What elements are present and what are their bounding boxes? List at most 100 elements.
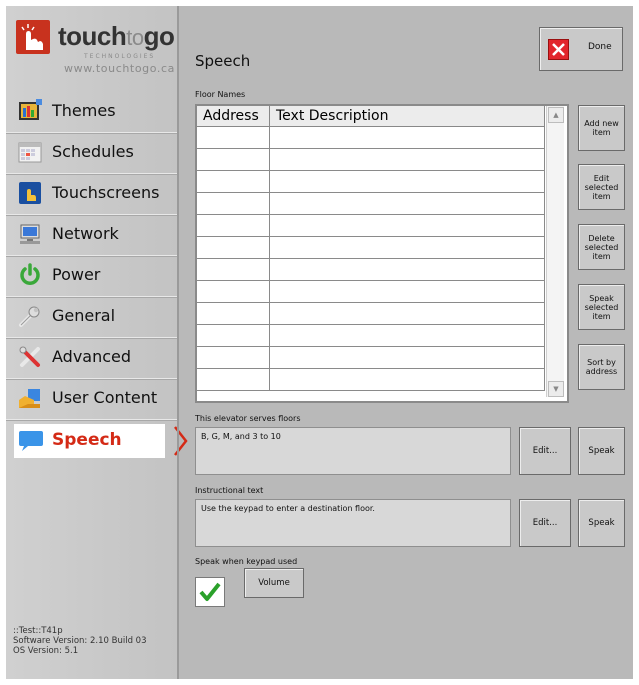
table-row[interactable]	[197, 148, 545, 171]
description-cell[interactable]	[269, 258, 545, 281]
column-header-address[interactable]: Address	[197, 106, 270, 127]
sidebar-item-advanced[interactable]: Advanced	[6, 338, 177, 379]
sort-by-address-button[interactable]: Sort by address	[578, 344, 625, 390]
user-content-icon	[18, 386, 42, 410]
logo-brand-to: to	[126, 25, 144, 50]
description-cell[interactable]	[269, 236, 545, 259]
touchscreens-icon	[18, 181, 42, 205]
floors-served-field[interactable]: B, G, M, and 3 to 10	[195, 427, 511, 475]
description-cell[interactable]	[269, 148, 545, 171]
description-cell[interactable]	[269, 192, 545, 215]
instructional-text-field[interactable]: Use the keypad to enter a destination fl…	[195, 499, 511, 547]
description-cell[interactable]	[269, 346, 545, 369]
delete-item-button[interactable]: Delete selected item	[578, 224, 625, 270]
description-cell[interactable]	[269, 214, 545, 237]
logo-brand: touch	[58, 21, 127, 51]
floors-served-label: This elevator serves floors	[195, 414, 301, 423]
floor-names-table: Address Text Description	[197, 106, 545, 391]
page-title: Speech	[195, 52, 251, 70]
description-cell[interactable]	[269, 170, 545, 193]
edit-floors-button[interactable]: Edit...	[519, 427, 571, 475]
add-item-button[interactable]: Add new item	[578, 105, 625, 151]
schedules-icon	[18, 140, 42, 164]
sidebar-item-label: Schedules	[52, 142, 134, 161]
sidebar-item-label: Touchscreens	[52, 183, 160, 202]
description-cell[interactable]	[269, 302, 545, 325]
logo: touchtogo TECHNOLOGIES www.touchtogo.ca	[16, 20, 175, 80]
speak-instructional-button[interactable]: Speak	[578, 499, 625, 547]
table-row[interactable]	[197, 346, 545, 369]
keypad-speak-label: Speak when keypad used	[195, 557, 298, 566]
table-row[interactable]	[197, 258, 545, 281]
address-cell[interactable]	[197, 258, 270, 281]
table-row[interactable]	[197, 368, 545, 391]
address-cell[interactable]	[197, 192, 270, 215]
sidebar-item-power[interactable]: Power	[6, 256, 177, 297]
scroll-up-icon[interactable]: ▲	[548, 107, 564, 123]
sidebar-item-speech[interactable]: Speech	[14, 424, 188, 458]
address-cell[interactable]	[197, 280, 270, 303]
address-cell[interactable]	[197, 170, 270, 193]
edit-instructional-button[interactable]: Edit...	[519, 499, 571, 547]
sidebar-item-label: User Content	[52, 388, 158, 407]
logo-brand-go: go	[143, 21, 175, 51]
address-cell[interactable]	[197, 368, 270, 391]
address-cell[interactable]	[197, 302, 270, 325]
description-cell[interactable]	[269, 368, 545, 391]
sidebar-item-label: Themes	[52, 101, 116, 120]
volume-button[interactable]: Volume	[244, 568, 304, 598]
table-row[interactable]	[197, 192, 545, 215]
sidebar-nav: Themes Schedules Touchscreens Network Po…	[6, 92, 188, 462]
sidebar-item-label: Power	[52, 265, 101, 284]
address-cell[interactable]	[197, 346, 270, 369]
address-cell[interactable]	[197, 324, 270, 347]
chevron-right-icon	[172, 421, 188, 465]
table-row[interactable]	[197, 214, 545, 237]
floor-names-label: Floor Names	[195, 90, 246, 99]
description-cell[interactable]	[269, 280, 545, 303]
logo-mark-icon	[16, 20, 50, 54]
address-cell[interactable]	[197, 214, 270, 237]
address-cell[interactable]	[197, 148, 270, 171]
scroll-down-icon[interactable]: ▼	[548, 381, 564, 397]
sidebar-item-schedules[interactable]: Schedules	[6, 133, 177, 174]
vertical-scrollbar[interactable]: ▲ ▼	[546, 106, 564, 397]
sidebar-item-label: General	[52, 306, 116, 325]
version-line: ::Test::T41p	[13, 626, 63, 636]
table-row[interactable]	[197, 280, 545, 303]
close-icon	[548, 39, 569, 60]
version-line: Software Version: 2.10 Build 03	[13, 636, 147, 646]
done-button[interactable]: Done	[539, 27, 623, 71]
table-row[interactable]	[197, 126, 545, 149]
column-header-description[interactable]: Text Description	[269, 106, 545, 127]
themes-icon	[18, 99, 42, 123]
address-cell[interactable]	[197, 126, 270, 149]
table-row[interactable]	[197, 302, 545, 325]
description-cell[interactable]	[269, 324, 545, 347]
sidebar-item-label: Network	[52, 224, 119, 243]
table-row[interactable]	[197, 170, 545, 193]
sidebar-item-network[interactable]: Network	[6, 215, 177, 256]
address-cell[interactable]	[197, 236, 270, 259]
floor-names-grid[interactable]: Address Text Description ▲ ▼	[195, 104, 569, 403]
sidebar: touchtogo TECHNOLOGIES www.touchtogo.ca …	[6, 6, 188, 679]
logo-url: www.touchtogo.ca	[64, 62, 175, 75]
done-button-label: Done	[588, 42, 612, 52]
table-row[interactable]	[197, 324, 545, 347]
app-window: touchtogo TECHNOLOGIES www.touchtogo.ca …	[6, 6, 633, 679]
sidebar-item-themes[interactable]: Themes	[6, 92, 177, 133]
checkmark-icon	[199, 582, 221, 601]
sidebar-item-touchscreens[interactable]: Touchscreens	[6, 174, 177, 215]
instructional-text-label: Instructional text	[195, 486, 264, 495]
keypad-speak-checkbox[interactable]	[195, 577, 225, 607]
sidebar-item-user-content[interactable]: User Content	[6, 379, 177, 420]
sidebar-item-general[interactable]: General	[6, 297, 177, 338]
speak-floors-button[interactable]: Speak	[578, 427, 625, 475]
speak-item-button[interactable]: Speak selected item	[578, 284, 625, 330]
table-row[interactable]	[197, 236, 545, 259]
edit-item-button[interactable]: Edit selected item	[578, 164, 625, 210]
description-cell[interactable]	[269, 126, 545, 149]
general-icon	[18, 304, 42, 328]
sidebar-item-label: Speech	[52, 430, 122, 450]
logo-tagline: TECHNOLOGIES	[84, 53, 156, 60]
